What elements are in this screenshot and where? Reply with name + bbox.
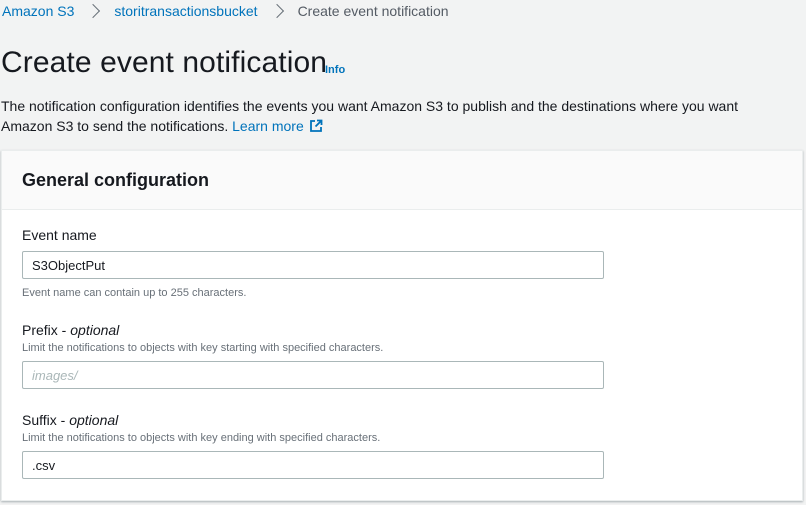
prefix-label-text: Prefix <box>22 322 58 338</box>
learn-more-link[interactable]: Learn more <box>232 118 323 134</box>
info-link[interactable]: Info <box>325 64 345 76</box>
page-description: The notification configuration identifie… <box>1 96 791 136</box>
prefix-help: Limit the notifications to objects with … <box>22 342 384 354</box>
prefix-optional: optional <box>70 322 120 338</box>
breadcrumb: Amazon S3 storitransactionsbucket Create… <box>2 0 449 22</box>
breadcrumb-amazon-s3[interactable]: Amazon S3 <box>2 3 74 19</box>
suffix-label: Suffix - optional <box>22 412 119 428</box>
chevron-right-icon <box>269 3 284 19</box>
breadcrumb-bucket[interactable]: storitransactionsbucket <box>114 3 257 19</box>
breadcrumb-current: Create event notification <box>297 3 449 19</box>
suffix-input[interactable] <box>22 451 604 479</box>
suffix-optional: optional <box>69 412 119 428</box>
external-link-icon[interactable] <box>309 119 323 133</box>
event-name-help: Event name can contain up to 255 charact… <box>22 287 247 299</box>
learn-more-label[interactable]: Learn more <box>232 118 304 134</box>
event-name-input[interactable] <box>22 251 604 279</box>
event-name-label: Event name <box>22 227 97 243</box>
general-configuration-panel: General configuration Event name Event n… <box>1 150 803 501</box>
suffix-label-text: Suffix <box>22 412 57 428</box>
panel-title: General configuration <box>22 169 210 190</box>
prefix-input[interactable] <box>22 361 604 389</box>
panel-header: General configuration <box>2 151 802 210</box>
page-title: Create event notification <box>1 46 328 79</box>
prefix-label: Prefix - optional <box>22 322 120 338</box>
chevron-right-icon <box>86 3 101 19</box>
description-text: The notification configuration identifie… <box>1 98 739 134</box>
suffix-help: Limit the notifications to objects with … <box>22 432 381 444</box>
